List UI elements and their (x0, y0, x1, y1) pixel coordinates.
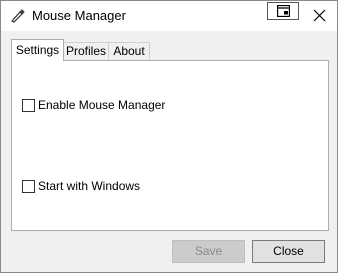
window-title: Mouse Manager (32, 8, 126, 23)
tab-profiles[interactable]: Profiles (63, 42, 109, 60)
snap-layout-icon (277, 5, 290, 17)
title-bar[interactable]: Mouse Manager (1, 1, 337, 31)
save-button[interactable]: Save (172, 240, 245, 263)
settings-panel: Enable Mouse Manager Start with Windows (11, 60, 329, 231)
checkbox-box[interactable] (22, 179, 35, 193)
close-window-button[interactable] (305, 4, 335, 28)
enable-mouse-manager-checkbox[interactable]: Enable Mouse Manager (22, 98, 165, 112)
start-with-windows-label: Start with Windows (38, 179, 141, 193)
enable-mouse-manager-label: Enable Mouse Manager (38, 98, 166, 112)
snap-layout-button[interactable] (267, 2, 299, 20)
tab-settings[interactable]: Settings (11, 39, 64, 61)
mouse-pen-icon (9, 9, 25, 23)
start-with-windows-checkbox[interactable]: Start with Windows (22, 179, 140, 193)
app-window: Mouse Manager Settings Profiles About En… (0, 0, 338, 273)
close-icon (313, 9, 326, 22)
close-button[interactable]: Close (252, 240, 325, 263)
checkbox-box[interactable] (22, 98, 35, 112)
tab-about[interactable]: About (108, 42, 150, 60)
